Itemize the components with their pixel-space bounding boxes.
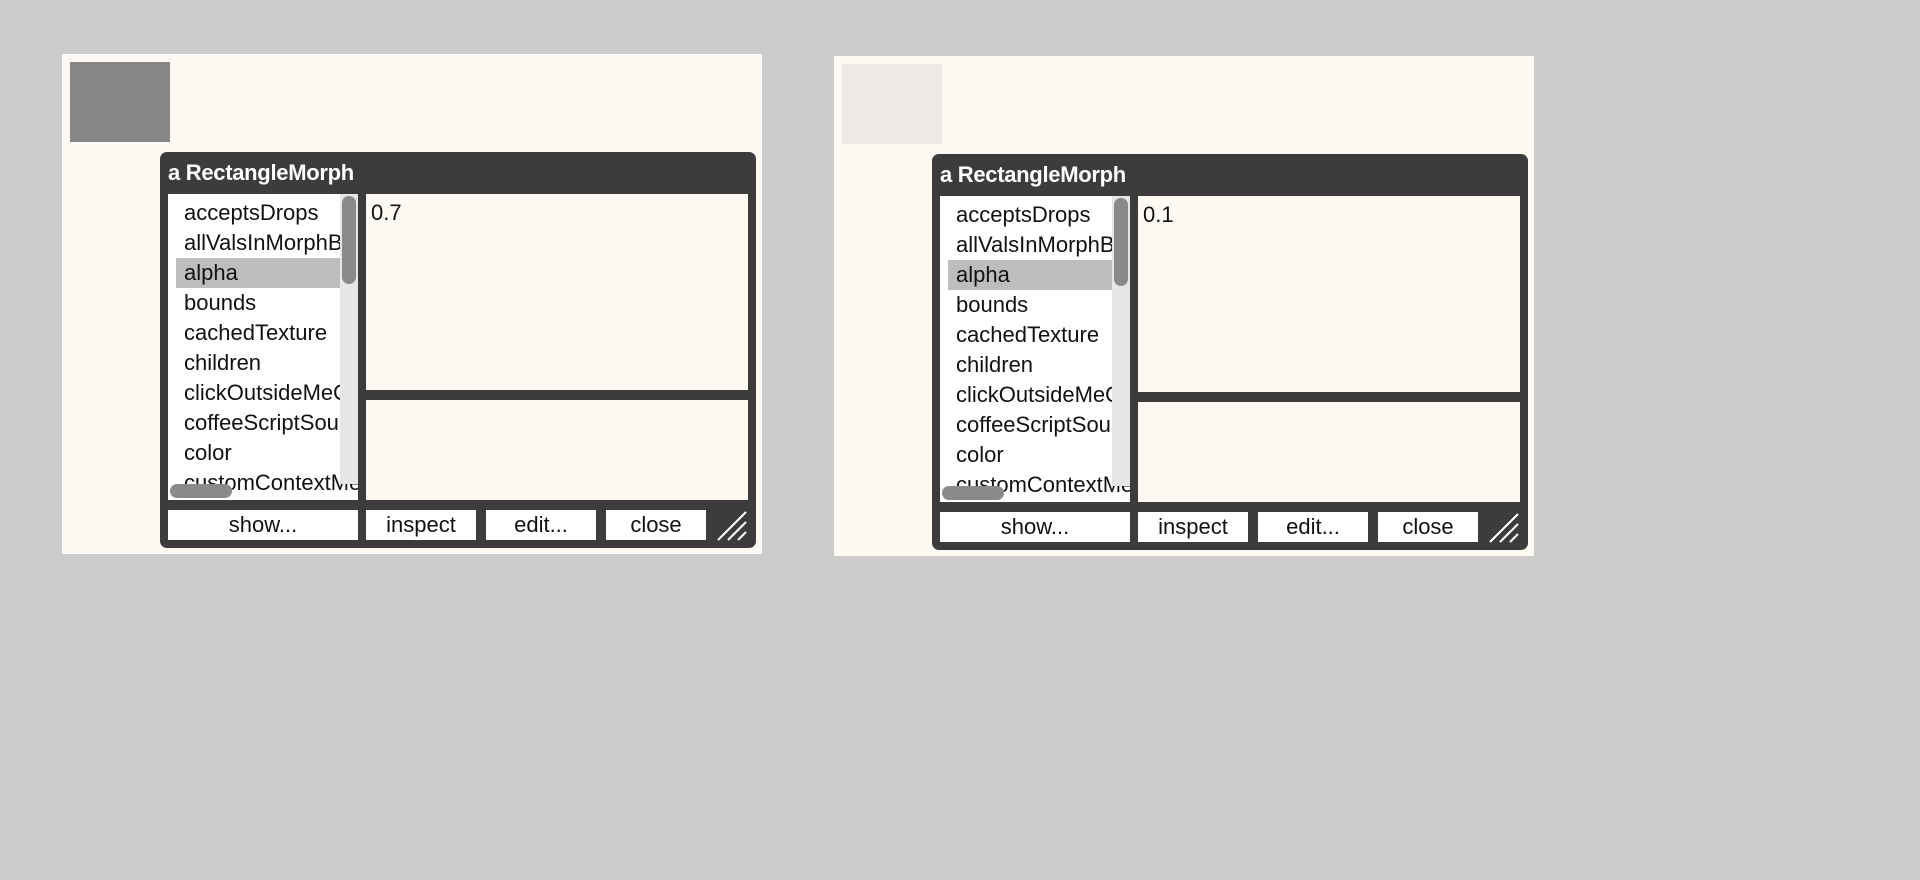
property-item[interactable]: coffeeScriptSource: [940, 410, 1130, 440]
evaluation-pane[interactable]: [1138, 402, 1520, 502]
horizontal-scrollbar-thumb[interactable]: [942, 486, 1004, 500]
property-item[interactable]: children: [168, 348, 358, 378]
edit-button[interactable]: edit...: [1258, 512, 1368, 542]
property-list[interactable]: acceptsDrops allValsInMorphByRef alpha b…: [168, 194, 358, 500]
vertical-scrollbar-track[interactable]: [340, 194, 358, 484]
close-button[interactable]: close: [606, 510, 706, 540]
property-item[interactable]: cachedTexture: [940, 320, 1130, 350]
property-item[interactable]: children: [940, 350, 1130, 380]
world-canvas-right[interactable]: a RectangleMorph acceptsDrops allValsInM…: [834, 56, 1534, 556]
property-list[interactable]: acceptsDrops allValsInMorphByRef alpha b…: [940, 196, 1130, 502]
evaluation-pane[interactable]: [366, 400, 748, 500]
show-button[interactable]: show...: [168, 510, 358, 540]
property-item[interactable]: acceptsDrops: [168, 198, 358, 228]
horizontal-scrollbar-thumb[interactable]: [170, 484, 232, 498]
show-button[interactable]: show...: [940, 512, 1130, 542]
property-item[interactable]: allValsInMorphByRef: [168, 228, 358, 258]
inspector-window[interactable]: a RectangleMorph acceptsDrops allValsInM…: [932, 154, 1528, 550]
property-item[interactable]: color: [168, 438, 358, 468]
property-item[interactable]: allValsInMorphByRef: [940, 230, 1130, 260]
resize-grip-icon[interactable]: [716, 510, 748, 542]
property-item[interactable]: bounds: [168, 288, 358, 318]
property-value[interactable]: 0.7: [371, 200, 402, 226]
resize-grip-icon[interactable]: [1488, 512, 1520, 544]
vertical-scrollbar-track[interactable]: [1112, 196, 1130, 486]
property-item-selected[interactable]: alpha: [948, 260, 1130, 290]
inspector-window[interactable]: a RectangleMorph acceptsDrops allValsInM…: [160, 152, 756, 548]
rectangle-morph[interactable]: [842, 64, 942, 144]
inspect-button[interactable]: inspect: [1138, 512, 1248, 542]
property-item[interactable]: cachedTexture: [168, 318, 358, 348]
rectangle-morph[interactable]: [70, 62, 170, 142]
close-button[interactable]: close: [1378, 512, 1478, 542]
property-item-selected[interactable]: alpha: [176, 258, 358, 288]
property-item[interactable]: clickOutsideMeOrAnyOfMeChildrenCallback: [168, 378, 358, 408]
property-value[interactable]: 0.1: [1143, 202, 1174, 228]
property-item[interactable]: bounds: [940, 290, 1130, 320]
edit-button[interactable]: edit...: [486, 510, 596, 540]
property-item[interactable]: acceptsDrops: [940, 200, 1130, 230]
inspector-title[interactable]: a RectangleMorph: [940, 162, 1126, 188]
property-item[interactable]: clickOutsideMeOrAnyOfMeChildrenCallback: [940, 380, 1130, 410]
value-pane[interactable]: 0.1: [1138, 196, 1520, 392]
inspect-button[interactable]: inspect: [366, 510, 476, 540]
world-canvas-left[interactable]: a RectangleMorph acceptsDrops allValsInM…: [62, 54, 762, 554]
vertical-scrollbar-thumb[interactable]: [1114, 198, 1128, 286]
property-item[interactable]: coffeeScriptSource: [168, 408, 358, 438]
vertical-scrollbar-thumb[interactable]: [342, 196, 356, 284]
inspector-title[interactable]: a RectangleMorph: [168, 160, 354, 186]
property-item[interactable]: color: [940, 440, 1130, 470]
value-pane[interactable]: 0.7: [366, 194, 748, 390]
